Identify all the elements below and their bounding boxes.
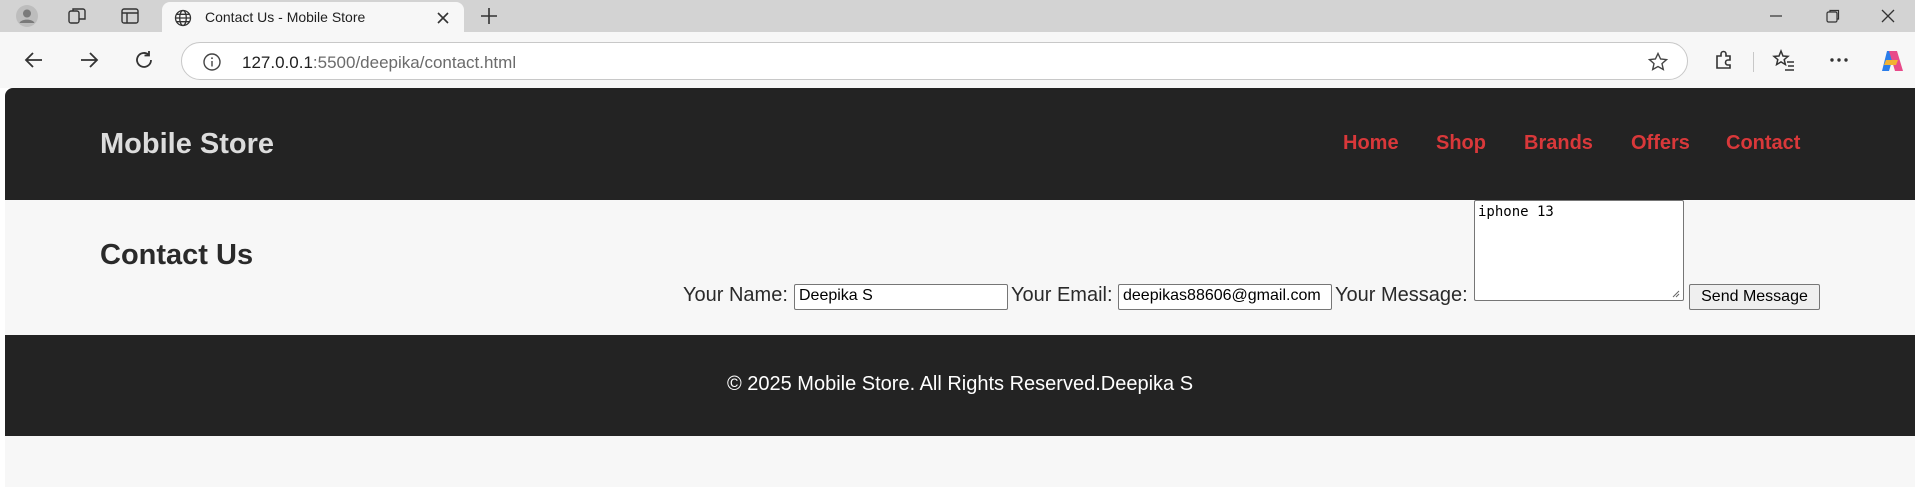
page-viewport: Mobile Store Home Shop Brands Offers Con… — [5, 88, 1915, 487]
browser-toolbar: 127.0.0.1:5500/deepika/contact.html — [0, 32, 1915, 88]
restore-icon[interactable] — [1823, 6, 1843, 26]
url-path: :5500/deepika/contact.html — [312, 53, 517, 72]
address-bar[interactable]: 127.0.0.1:5500/deepika/contact.html — [181, 42, 1688, 80]
nav-link-shop[interactable]: Shop — [1436, 132, 1486, 155]
nav-link-home[interactable]: Home — [1343, 132, 1399, 155]
send-message-button[interactable]: Send Message — [1689, 284, 1820, 310]
close-window-icon[interactable] — [1878, 6, 1898, 26]
email-label: Your Email: — [1011, 284, 1113, 306]
footer-copyright: © 2025 Mobile Store. All Rights Reserved… — [726, 373, 1194, 395]
minimize-icon[interactable] — [1766, 6, 1786, 26]
name-field[interactable]: Deepika S — [794, 284, 1008, 310]
tab-title: Contact Us - Mobile Store — [205, 9, 366, 25]
copilot-icon[interactable] — [1879, 48, 1903, 72]
forward-arrow-icon[interactable] — [77, 48, 101, 72]
nav-link-contact[interactable]: Contact — [1726, 132, 1800, 155]
reload-icon[interactable] — [132, 48, 156, 72]
extensions-puzzle-icon[interactable] — [1712, 48, 1736, 72]
more-options-icon[interactable] — [1827, 48, 1851, 72]
favorite-star-icon[interactable] — [1647, 51, 1669, 73]
page-title: Contact Us — [100, 239, 254, 271]
tab-actions-icon[interactable] — [119, 5, 141, 27]
favorites-list-icon[interactable] — [1772, 48, 1796, 72]
nav-link-offers[interactable]: Offers — [1631, 132, 1690, 155]
email-field[interactable]: deepikas88606@gmail.com — [1118, 284, 1332, 310]
globe-icon — [174, 9, 192, 27]
resize-grip-icon[interactable] — [1670, 288, 1680, 298]
name-label: Your Name: — [683, 284, 788, 306]
message-label: Your Message: — [1335, 284, 1468, 306]
message-textarea[interactable]: iphone 13 — [1474, 200, 1684, 301]
site-header: Mobile Store Home Shop Brands Offers Con… — [5, 88, 1915, 200]
nav-link-brands[interactable]: Brands — [1524, 132, 1593, 155]
back-arrow-icon[interactable] — [22, 48, 46, 72]
site-logo: Mobile Store — [100, 128, 275, 160]
url-host: 127.0.0.1 — [242, 53, 313, 72]
url-text[interactable]: 127.0.0.1:5500/deepika/contact.html — [242, 53, 516, 73]
browser-tab-active[interactable]: Contact Us - Mobile Store — [162, 2, 464, 32]
new-tab-plus-icon[interactable] — [478, 5, 500, 27]
close-tab-icon[interactable] — [434, 9, 452, 27]
site-info-icon[interactable] — [202, 52, 222, 72]
workspaces-icon[interactable] — [66, 5, 88, 27]
site-footer: © 2025 Mobile Store. All Rights Reserved… — [5, 335, 1915, 436]
toolbar-divider — [1753, 52, 1754, 72]
profile-icon[interactable] — [16, 5, 38, 27]
browser-tab-bar: Contact Us - Mobile Store — [0, 0, 1915, 32]
